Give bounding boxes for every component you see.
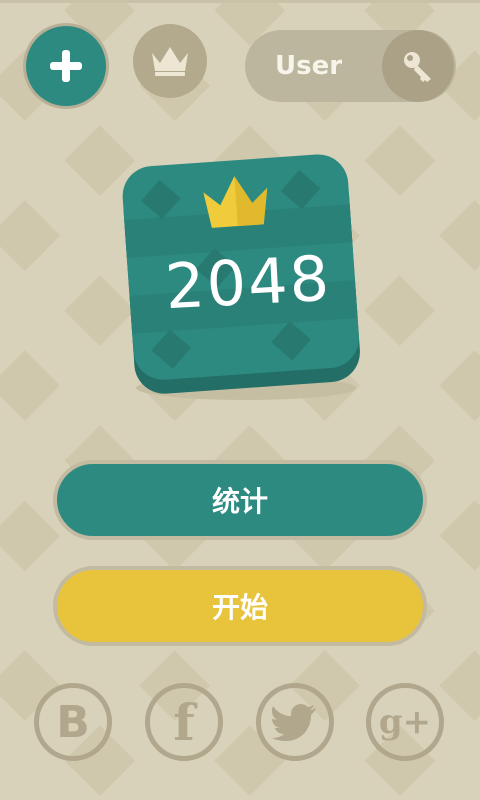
start-button[interactable]: 开始 — [53, 566, 427, 646]
twitter-icon — [272, 704, 316, 741]
logo-tile — [122, 154, 360, 400]
facebook-icon: f — [173, 692, 195, 752]
key-icon — [404, 52, 431, 82]
crown-icon — [152, 47, 188, 76]
b-icon: B — [56, 696, 90, 748]
user-account-pill[interactable]: User — [245, 30, 456, 102]
game-logo — [122, 140, 362, 400]
b-share-button[interactable]: B — [34, 683, 112, 761]
google-plus-share-button[interactable]: g+ — [366, 683, 444, 761]
google-plus-icon: g+ — [378, 702, 432, 742]
stats-button-label: 统计 — [211, 485, 268, 518]
top-edge — [0, 0, 480, 3]
user-label: User — [275, 51, 343, 81]
add-button[interactable] — [26, 26, 106, 106]
twitter-share-button[interactable] — [256, 683, 334, 761]
facebook-share-button[interactable]: f — [145, 683, 223, 761]
plus-icon — [50, 50, 82, 82]
start-button-label: 开始 — [211, 591, 268, 624]
login-button[interactable] — [382, 30, 454, 102]
leaderboard-button[interactable] — [133, 24, 207, 98]
stats-button[interactable]: 统计 — [53, 460, 427, 540]
